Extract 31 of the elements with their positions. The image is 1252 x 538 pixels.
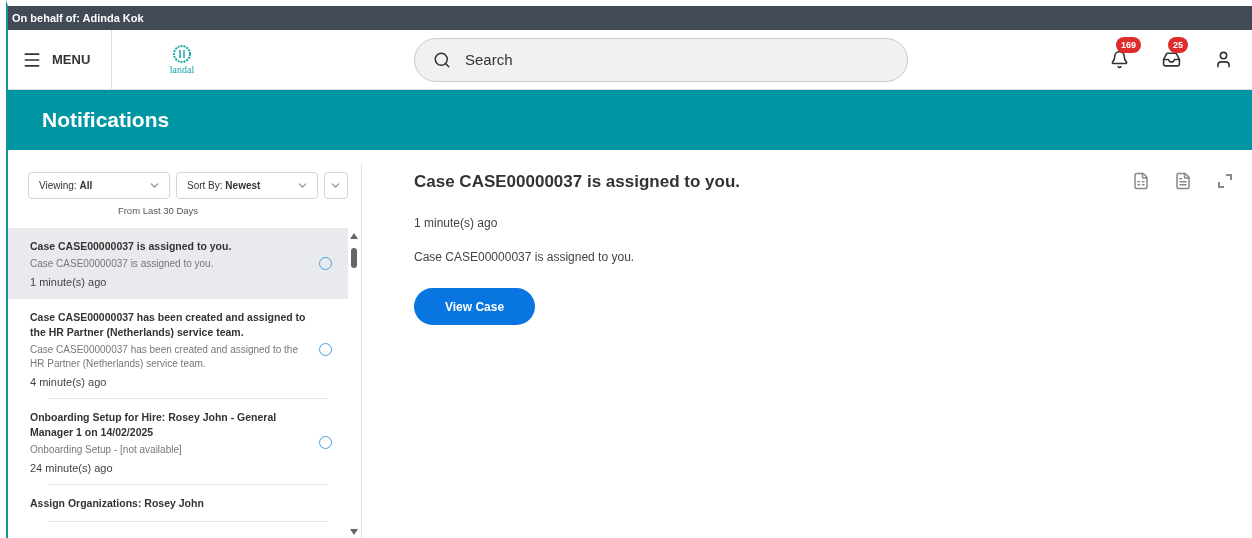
notification-title: Assign Organizations: Rosey John bbox=[30, 496, 205, 511]
on-behalf-text: On behalf of: Adinda Kok bbox=[12, 12, 144, 24]
viewing-dropdown[interactable]: Viewing: All bbox=[28, 172, 170, 199]
notification-time: 24 minute(s) ago bbox=[30, 462, 114, 474]
notification-item[interactable]: Case CASE00000037 is assigned to you. Case CASE00000037 is assigned to you. 1 minute(s) ago bbox=[8, 228, 348, 299]
notification-count: 169 bbox=[1116, 36, 1142, 53]
notification-title: Case CASE00000037 is assigned to you. bbox=[30, 239, 233, 254]
detail-body: Case CASE00000037 is assigned to you. bbox=[414, 250, 636, 264]
search-input[interactable]: Search bbox=[463, 50, 889, 69]
notification-description: Case CASE00000037 has been created and assigned to the HR Partner (Netherlands) service team. bbox=[30, 343, 299, 371]
notification-time: 4 minute(s) ago bbox=[30, 376, 108, 388]
detail-title: Case CASE00000037 is assigned to you. bbox=[414, 172, 741, 192]
notification-time: 1 minute(s) ago bbox=[30, 276, 108, 288]
sort-dropdown[interactable]: Sort By: Newest bbox=[176, 172, 318, 199]
page-title: Notifications bbox=[42, 108, 170, 132]
expand-icon[interactable] bbox=[1216, 172, 1234, 190]
notification-description: Onboarding Setup - [not available] bbox=[30, 443, 183, 457]
date-range-text: From Last 30 Days bbox=[116, 205, 200, 216]
detail-time: 1 minute(s) ago bbox=[414, 216, 499, 230]
view-case-button[interactable]: View Case bbox=[414, 288, 535, 325]
scroll-down-icon[interactable] bbox=[349, 528, 359, 536]
notification-title: Case CASE00000037 has been created and assigned to the HR Partner (Netherlands) service team. bbox=[30, 310, 307, 340]
search-icon bbox=[433, 50, 451, 69]
scroll-up-icon[interactable] bbox=[349, 232, 359, 240]
search-field[interactable]: Search bbox=[414, 37, 908, 82]
notification-title: Onboarding Setup for Hire: Rosey John - General Manager 1 on 14/02/2025 bbox=[30, 410, 278, 440]
inbox-count: 25 bbox=[1168, 36, 1188, 53]
spreadsheet-icon[interactable] bbox=[1132, 172, 1150, 190]
notification-description: Case CASE00000037 is assigned to you. bbox=[30, 257, 215, 271]
document-icon[interactable] bbox=[1174, 172, 1192, 190]
scrollbar-thumb[interactable] bbox=[351, 248, 357, 268]
